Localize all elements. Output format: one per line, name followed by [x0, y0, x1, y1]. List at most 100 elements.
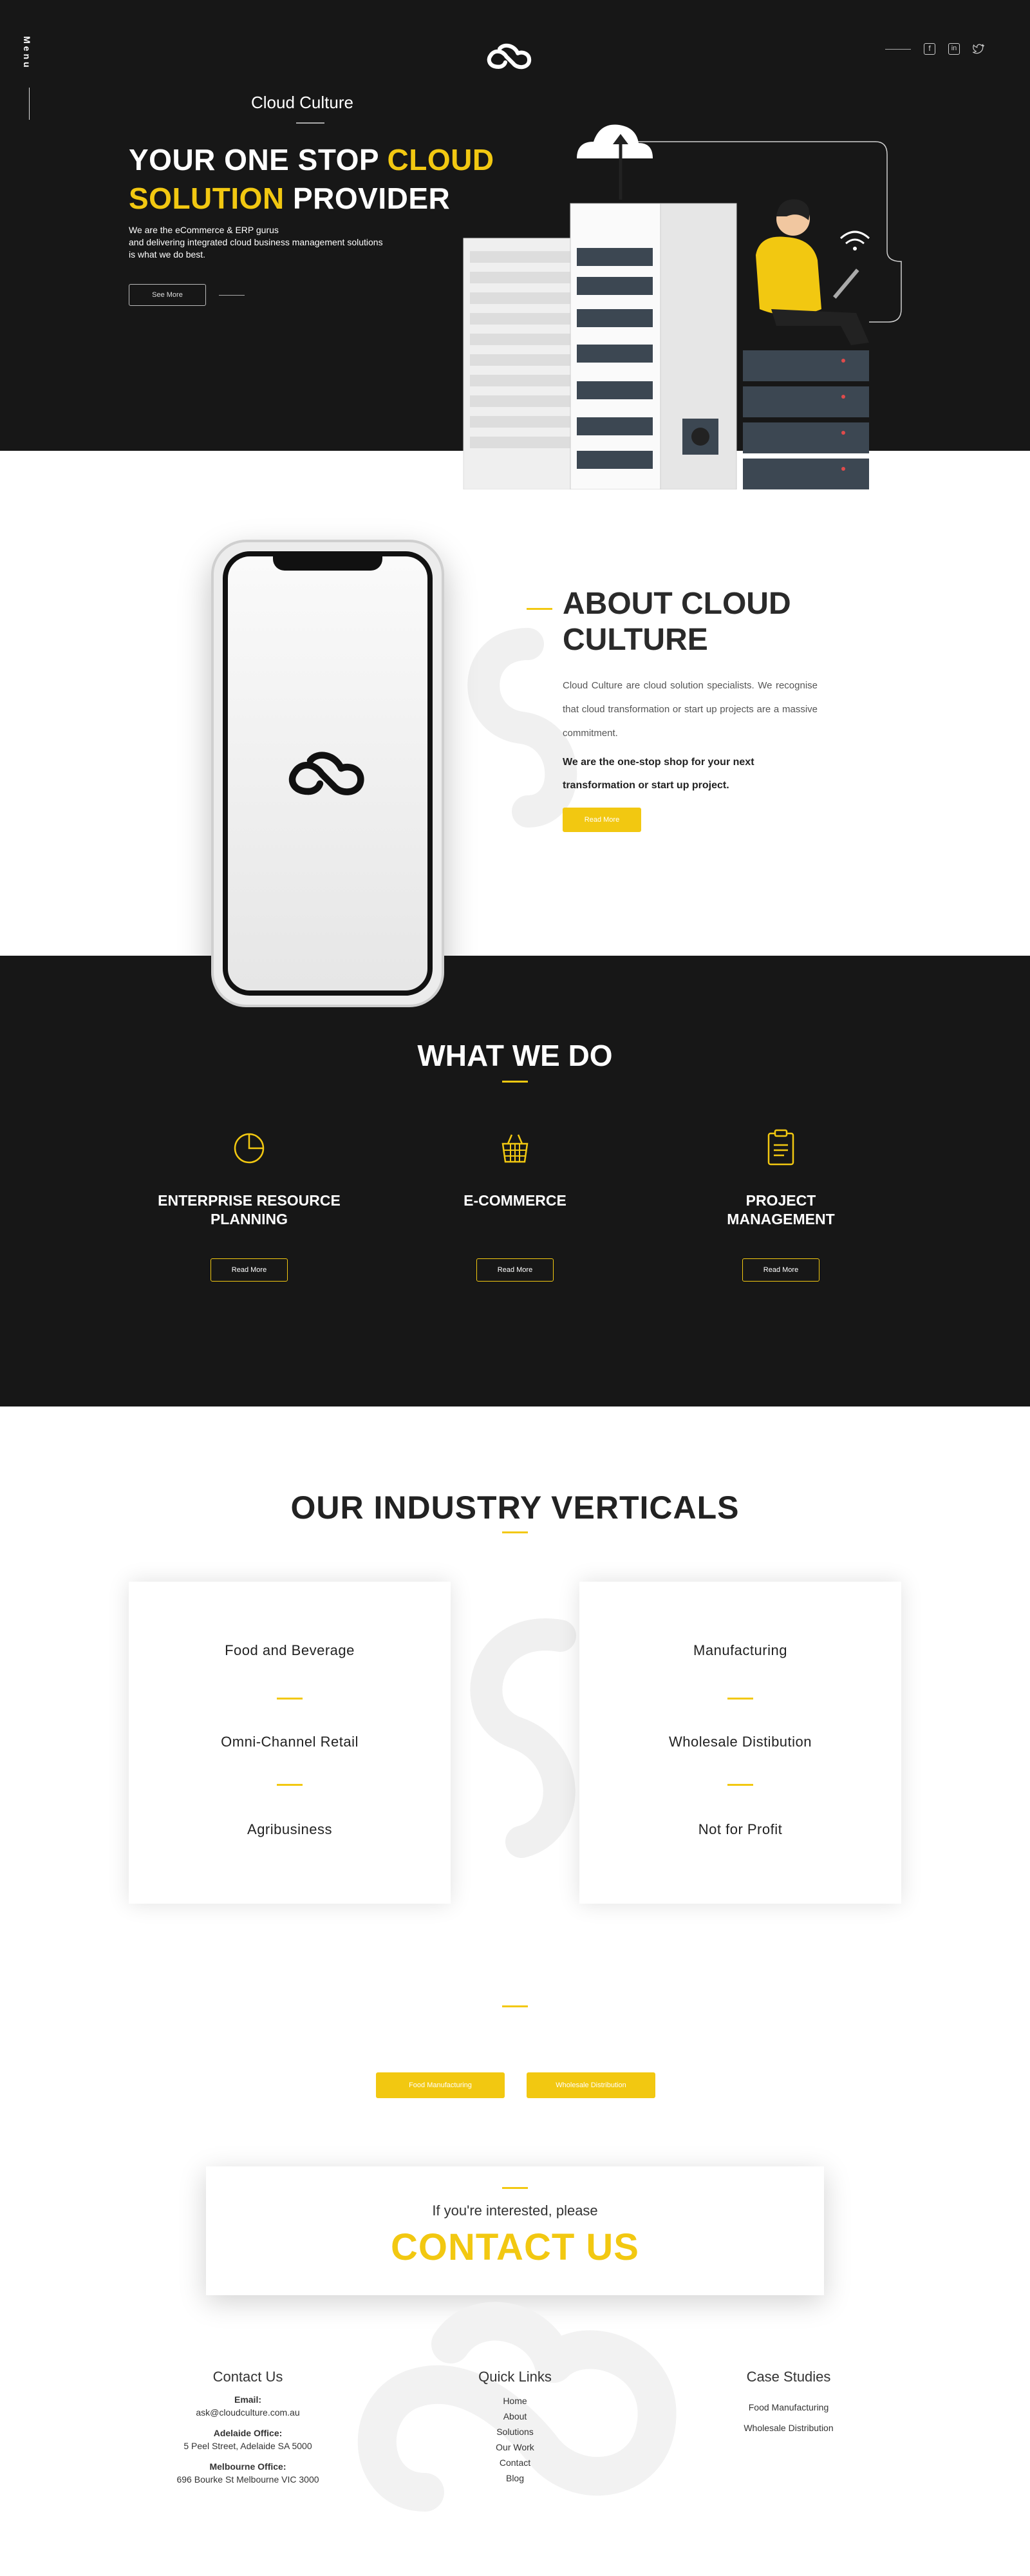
hero-description-line: and delivering integrated cloud business… — [129, 237, 383, 247]
footer-link-blog[interactable]: Blog — [396, 2470, 634, 2486]
industry-divider — [277, 1784, 303, 1786]
hero-title-yellow-2: SOLUTION — [129, 182, 285, 215]
case-study-wholesale-button[interactable]: Wholesale Distribution — [527, 2072, 655, 2098]
industry-item: Food and Beverage — [225, 1642, 355, 1658]
phone-overlay — [211, 956, 444, 1007]
industry-item: Not for Profit — [698, 1821, 783, 1837]
basket-icon — [501, 1134, 529, 1163]
footer-melbourne: 696 Bourke St Melbourne VIC 3000 — [176, 2474, 319, 2485]
hero-title-white-2: PROVIDER — [284, 182, 451, 215]
footer-link-our-work[interactable]: Our Work — [396, 2439, 634, 2455]
about-title-line: ABOUT CLOUD — [563, 587, 791, 621]
about-paragraph: Cloud Culture are cloud solution special… — [563, 680, 818, 739]
service-title: PROJECT MANAGEMENT — [673, 1191, 888, 1229]
footer-case-food[interactable]: Food Manufacturing — [670, 2397, 908, 2418]
contact-line: If you're interested, please — [432, 2202, 598, 2219]
footer-link-home[interactable]: Home — [396, 2393, 634, 2409]
phone-notch — [273, 554, 382, 571]
industry-divider — [277, 1698, 303, 1700]
footer-case-studies-title: Case Studies — [746, 2369, 831, 2385]
footer-adelaide-label: Adelaide Office: — [213, 2428, 283, 2438]
about-title: ABOUT CLOUD CULTURE — [563, 586, 791, 658]
service-read-more-button[interactable]: Read More — [742, 1258, 819, 1282]
industries-watermark — [444, 1610, 599, 1868]
industry-divider — [727, 1784, 753, 1786]
case-studies-title-bar — [502, 2005, 528, 2007]
services-title-bar — [502, 1081, 528, 1083]
footer-quick-links: Quick Links Home About Solutions Our Wor… — [396, 2369, 634, 2486]
menu-line — [29, 88, 30, 120]
footer-case-wholesale[interactable]: Wholesale Distribution — [670, 2418, 908, 2438]
case-studies-subtitle: We have partnered with some leading comp… — [345, 2020, 685, 2036]
contact-card[interactable]: If you're interested, please CONTACT US — [206, 2166, 824, 2295]
see-more-button[interactable]: See More — [129, 284, 206, 306]
case-studies-title: CASE STUDIES — [400, 1964, 630, 1998]
service-project-management: PROJECT MANAGEMENT Read More — [673, 1129, 888, 1285]
hero-description-line: is what we do best. — [129, 249, 206, 260]
clipboard-icon — [767, 1129, 794, 1166]
twitter-icon[interactable] — [971, 43, 985, 55]
logo[interactable] — [482, 37, 538, 76]
footer-link-contact[interactable]: Contact — [396, 2455, 634, 2470]
hero-description: We are the eCommerce & ERP gurus and del… — [129, 224, 451, 261]
service-erp: ENTERPRISE RESOURCE PLANNING Read More — [142, 1131, 357, 1285]
service-read-more-button[interactable]: Read More — [476, 1258, 554, 1282]
footer-adelaide: 5 Peel Street, Adelaide SA 5000 — [183, 2441, 312, 2451]
footer-email-label: Email: — [234, 2394, 261, 2405]
contact-cta[interactable]: CONTACT US — [206, 2226, 824, 2269]
footer-case-studies: Case Studies Food Manufacturing Wholesal… — [670, 2369, 908, 2438]
hero-eyebrow-line — [296, 122, 324, 124]
about-bold-text: We are the one-stop shop for your next t… — [563, 751, 820, 797]
about-bold-line: We are the one-stop shop for your next — [563, 757, 754, 768]
service-title-line: PROJECT — [745, 1192, 816, 1209]
phone-mockup — [211, 540, 444, 1007]
social-bar: f in — [885, 43, 1007, 55]
service-title: ENTERPRISE RESOURCE PLANNING — [142, 1191, 357, 1229]
about-title-line: CULTURE — [563, 623, 708, 657]
facebook-icon[interactable]: f — [924, 43, 935, 55]
footer-contact: Contact Us Email: ask@cloudculture.com.a… — [129, 2369, 367, 2486]
service-title-line: ENTERPRISE RESOURCE — [158, 1192, 341, 1209]
footer-contact-title: Contact Us — [212, 2369, 283, 2385]
services-title: WHAT WE DO — [417, 1039, 613, 1072]
industries-title-bar — [502, 1531, 528, 1533]
linkedin-icon[interactable]: in — [948, 43, 960, 55]
industry-item: Manufacturing — [693, 1642, 787, 1658]
footer-melbourne-label: Melbourne Office: — [209, 2461, 286, 2472]
menu-button[interactable]: Menu — [22, 36, 37, 120]
hero-title-white-1: YOUR ONE STOP — [129, 143, 388, 176]
about-bold-line: transformation or start up project. — [563, 780, 729, 791]
service-title-line: MANAGEMENT — [727, 1211, 835, 1227]
see-more-line — [219, 295, 245, 296]
industries-title: OUR INDUSTRY VERTICALS — [290, 1490, 740, 1526]
menu-label: Menu — [22, 36, 32, 70]
hero-title: YOUR ONE STOP CLOUD SOLUTION PROVIDER — [129, 140, 494, 218]
footer-email[interactable]: ask@cloudculture.com.au — [129, 2406, 367, 2419]
case-studies-section — [0, 1880, 1030, 2204]
service-title-line: E-COMMERCE — [464, 1192, 566, 1209]
footer-link-solutions[interactable]: Solutions — [396, 2424, 634, 2439]
contact-bar — [502, 2187, 528, 2189]
industry-item: Wholesale Distibution — [668, 1734, 812, 1750]
industry-card-right: Manufacturing Wholesale Distibution Not … — [579, 1582, 901, 1904]
industry-card-left: Food and Beverage Omni-Channel Retail Ag… — [129, 1582, 451, 1904]
pie-chart-icon — [234, 1133, 265, 1164]
industry-item: Omni-Channel Retail — [221, 1734, 359, 1750]
cloud-logo-icon — [487, 43, 532, 70]
about-title-bar — [527, 608, 552, 610]
footer-link-about[interactable]: About — [396, 2409, 634, 2424]
phone-logo-icon — [288, 752, 364, 795]
case-study-food-button[interactable]: Food Manufacturing — [376, 2072, 505, 2098]
service-title-line: PLANNING — [210, 1211, 288, 1227]
service-read-more-button[interactable]: Read More — [211, 1258, 288, 1282]
social-divider — [885, 48, 911, 50]
service-ecommerce: E-COMMERCE Read More — [407, 1131, 623, 1285]
about-read-more-button[interactable]: Read More — [563, 808, 641, 832]
hero-illustration — [457, 103, 908, 490]
industry-item: Agribusiness — [247, 1821, 332, 1837]
service-title: E-COMMERCE — [407, 1191, 623, 1210]
footer-quick-links-title: Quick Links — [478, 2369, 552, 2385]
hero-eyebrow: Cloud Culture — [251, 93, 353, 112]
industry-divider — [727, 1698, 753, 1700]
hero-description-line: We are the eCommerce & ERP gurus — [129, 225, 279, 235]
